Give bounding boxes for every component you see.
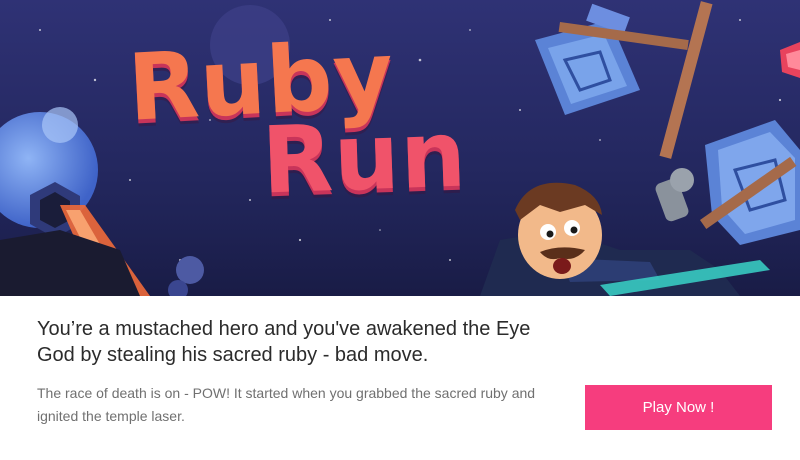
space-background: [0, 0, 800, 296]
game-info-panel: You’re a mustached hero and you've awake…: [0, 296, 800, 460]
game-headline: You’re a mustached hero and you've awake…: [37, 318, 531, 366]
game-banner: Ruby Run: [0, 0, 800, 296]
play-now-button[interactable]: Play Now !: [585, 385, 772, 430]
game-description: The race of death is on - POW! It starte…: [37, 385, 536, 424]
